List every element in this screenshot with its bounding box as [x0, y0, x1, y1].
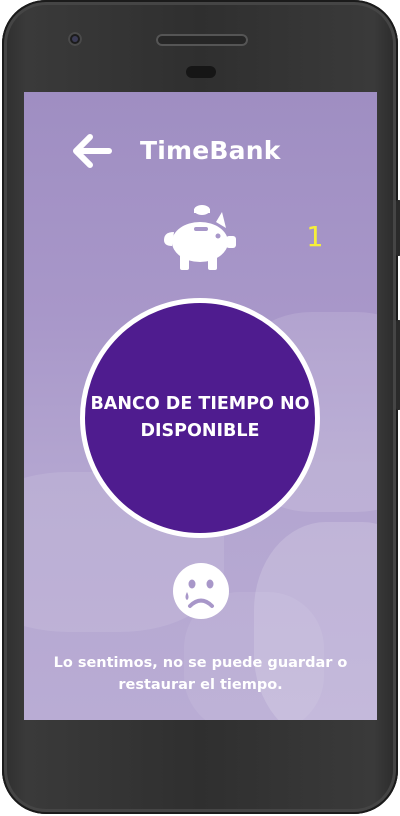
top-bar: TimeBank: [24, 92, 377, 192]
piggy-bank-icon: [164, 205, 236, 270]
sad-face-icon: [173, 563, 229, 619]
front-camera: [68, 32, 82, 46]
back-button[interactable]: [72, 134, 112, 168]
proximity-sensor: [186, 66, 216, 78]
app-title: TimeBank: [140, 136, 281, 165]
arrow-left-icon: [73, 134, 112, 168]
earpiece-speaker: [156, 34, 248, 46]
time-counter: 1: [306, 220, 323, 253]
app-screen: TimeBank 1 BANCO DE TIEMPO NO DISPONIBLE: [24, 92, 377, 720]
power-button: [396, 200, 400, 256]
error-message: Lo sentimos, no se puede guardar o resta…: [53, 655, 348, 693]
status-text: BANCO DE TIEMPO NO DISPONIBLE: [90, 394, 310, 441]
status-circle: BANCO DE TIEMPO NO DISPONIBLE: [80, 298, 320, 538]
phone-frame: TimeBank 1 BANCO DE TIEMPO NO DISPONIBLE: [2, 0, 400, 814]
volume-button: [396, 320, 400, 410]
